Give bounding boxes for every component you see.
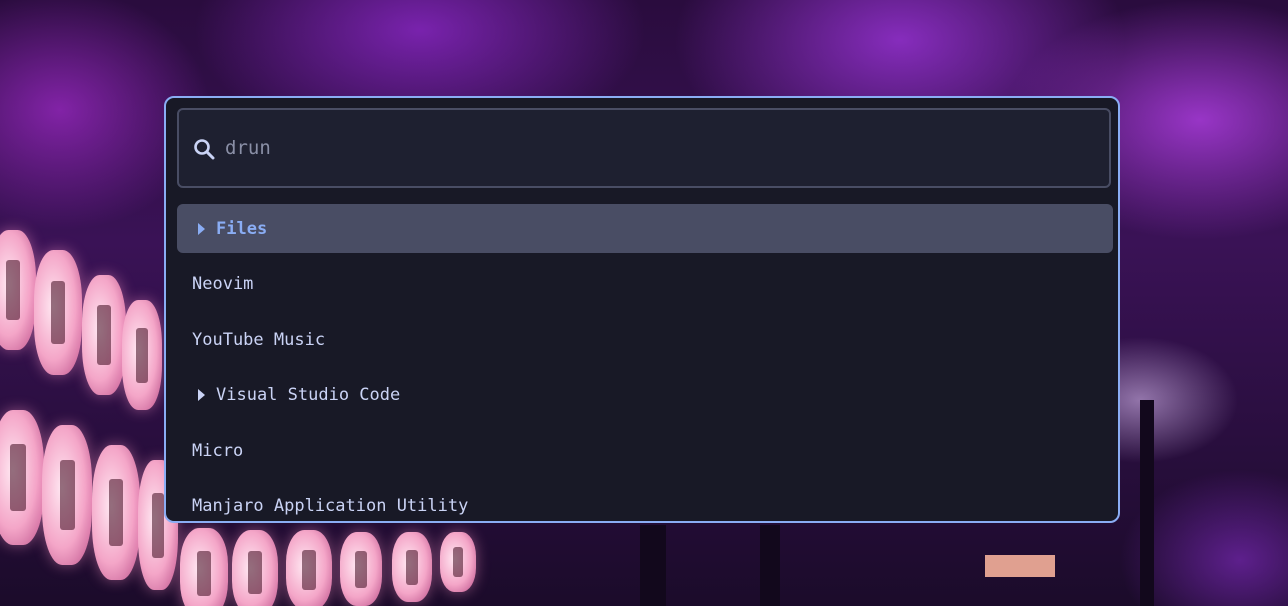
results-list: Files Neovim YouTube Music Visual Studio… (177, 204, 1113, 522)
search-input[interactable] (225, 132, 1085, 164)
lantern (440, 532, 476, 592)
lantern (42, 425, 92, 565)
expand-arrow-icon (198, 222, 205, 235)
lantern (340, 532, 382, 606)
lantern (92, 445, 140, 580)
lantern (82, 275, 126, 395)
result-item-visual-studio-code[interactable]: Visual Studio Code (177, 371, 1113, 420)
search-bar[interactable] (177, 108, 1111, 188)
result-item-micro[interactable]: Micro (177, 426, 1113, 475)
result-item-files[interactable]: Files (177, 204, 1113, 253)
lantern (180, 528, 228, 606)
result-label: Micro (192, 440, 244, 461)
result-label: YouTube Music (192, 329, 326, 350)
lantern (286, 530, 332, 606)
result-label: Files (216, 218, 268, 239)
search-icon (193, 138, 215, 160)
tree-trunk (760, 525, 780, 606)
lantern (232, 530, 278, 606)
lantern (0, 410, 44, 545)
tree-trunk (1140, 400, 1154, 606)
lantern (392, 532, 432, 602)
result-item-youtube-music[interactable]: YouTube Music (177, 315, 1113, 364)
result-item-manjaro-application-utility[interactable]: Manjaro Application Utility (177, 482, 1113, 522)
building-glow (985, 555, 1055, 577)
result-item-neovim[interactable]: Neovim (177, 260, 1113, 309)
result-label: Visual Studio Code (216, 385, 401, 405)
lantern (0, 230, 36, 350)
result-label: Manjaro Application Utility (192, 496, 469, 516)
tree-trunk (640, 525, 666, 606)
app-launcher: Files Neovim YouTube Music Visual Studio… (164, 96, 1120, 523)
expand-arrow-icon (198, 389, 205, 401)
lantern (122, 300, 162, 410)
lantern (34, 250, 82, 375)
result-label: Neovim (192, 274, 254, 294)
